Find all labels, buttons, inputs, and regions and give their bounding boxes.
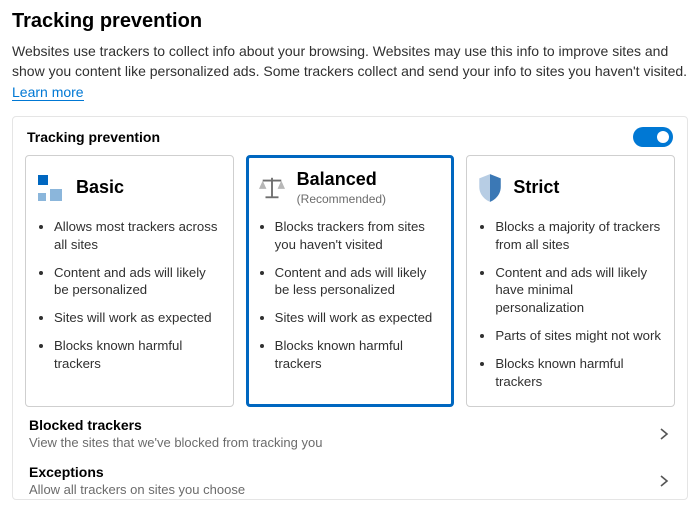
blocked-trackers-title: Blocked trackers (29, 417, 322, 433)
exceptions-title: Exceptions (29, 464, 245, 480)
tracking-prevention-panel: Tracking prevention Basic Allows most tr… (12, 116, 688, 501)
balanced-feature-list: Blocks trackers from sites you haven't v… (257, 218, 444, 373)
list-item: Parts of sites might not work (495, 327, 664, 345)
blocked-trackers-subtitle: View the sites that we've blocked from t… (29, 435, 322, 450)
tracking-level-balanced[interactable]: Balanced (Recommended) Blocks trackers f… (246, 155, 455, 408)
chevron-right-icon (657, 427, 671, 441)
learn-more-link[interactable]: Learn more (12, 84, 84, 101)
list-item: Blocks known harmful trackers (495, 355, 664, 391)
list-item: Allows most trackers across all sites (54, 218, 223, 254)
description-text: Websites use trackers to collect info ab… (12, 43, 687, 79)
page-description: Websites use trackers to collect info ab… (12, 41, 688, 102)
strict-feature-list: Blocks a majority of trackers from all s… (477, 218, 664, 391)
scale-icon (257, 175, 287, 201)
list-item: Blocks known harmful trackers (54, 337, 223, 373)
shield-icon (477, 173, 503, 203)
basic-title: Basic (76, 178, 124, 198)
list-item: Blocks trackers from sites you haven't v… (275, 218, 444, 254)
strict-title: Strict (513, 178, 559, 198)
basic-icon (36, 173, 66, 203)
basic-feature-list: Allows most trackers across all sites Co… (36, 218, 223, 373)
chevron-right-icon (657, 474, 671, 488)
balanced-subtitle: (Recommended) (297, 192, 386, 206)
tracking-level-basic[interactable]: Basic Allows most trackers across all si… (25, 155, 234, 408)
toggle-knob (657, 131, 669, 143)
blocked-trackers-row[interactable]: Blocked trackers View the sites that we'… (25, 407, 675, 454)
list-item: Sites will work as expected (54, 309, 223, 327)
page-title: Tracking prevention (12, 10, 688, 33)
list-item: Content and ads will likely be less pers… (275, 264, 444, 300)
exceptions-row[interactable]: Exceptions Allow all trackers on sites y… (25, 454, 675, 497)
list-item: Blocks known harmful trackers (275, 337, 444, 373)
tracking-level-strict[interactable]: Strict Blocks a majority of trackers fro… (466, 155, 675, 408)
list-item: Sites will work as expected (275, 309, 444, 327)
list-item: Content and ads will likely have minimal… (495, 264, 664, 317)
balanced-title: Balanced (297, 170, 386, 190)
panel-title: Tracking prevention (27, 129, 160, 145)
tracking-prevention-toggle[interactable] (633, 127, 673, 147)
exceptions-subtitle: Allow all trackers on sites you choose (29, 482, 245, 497)
list-item: Blocks a majority of trackers from all s… (495, 218, 664, 254)
list-item: Content and ads will likely be personali… (54, 264, 223, 300)
